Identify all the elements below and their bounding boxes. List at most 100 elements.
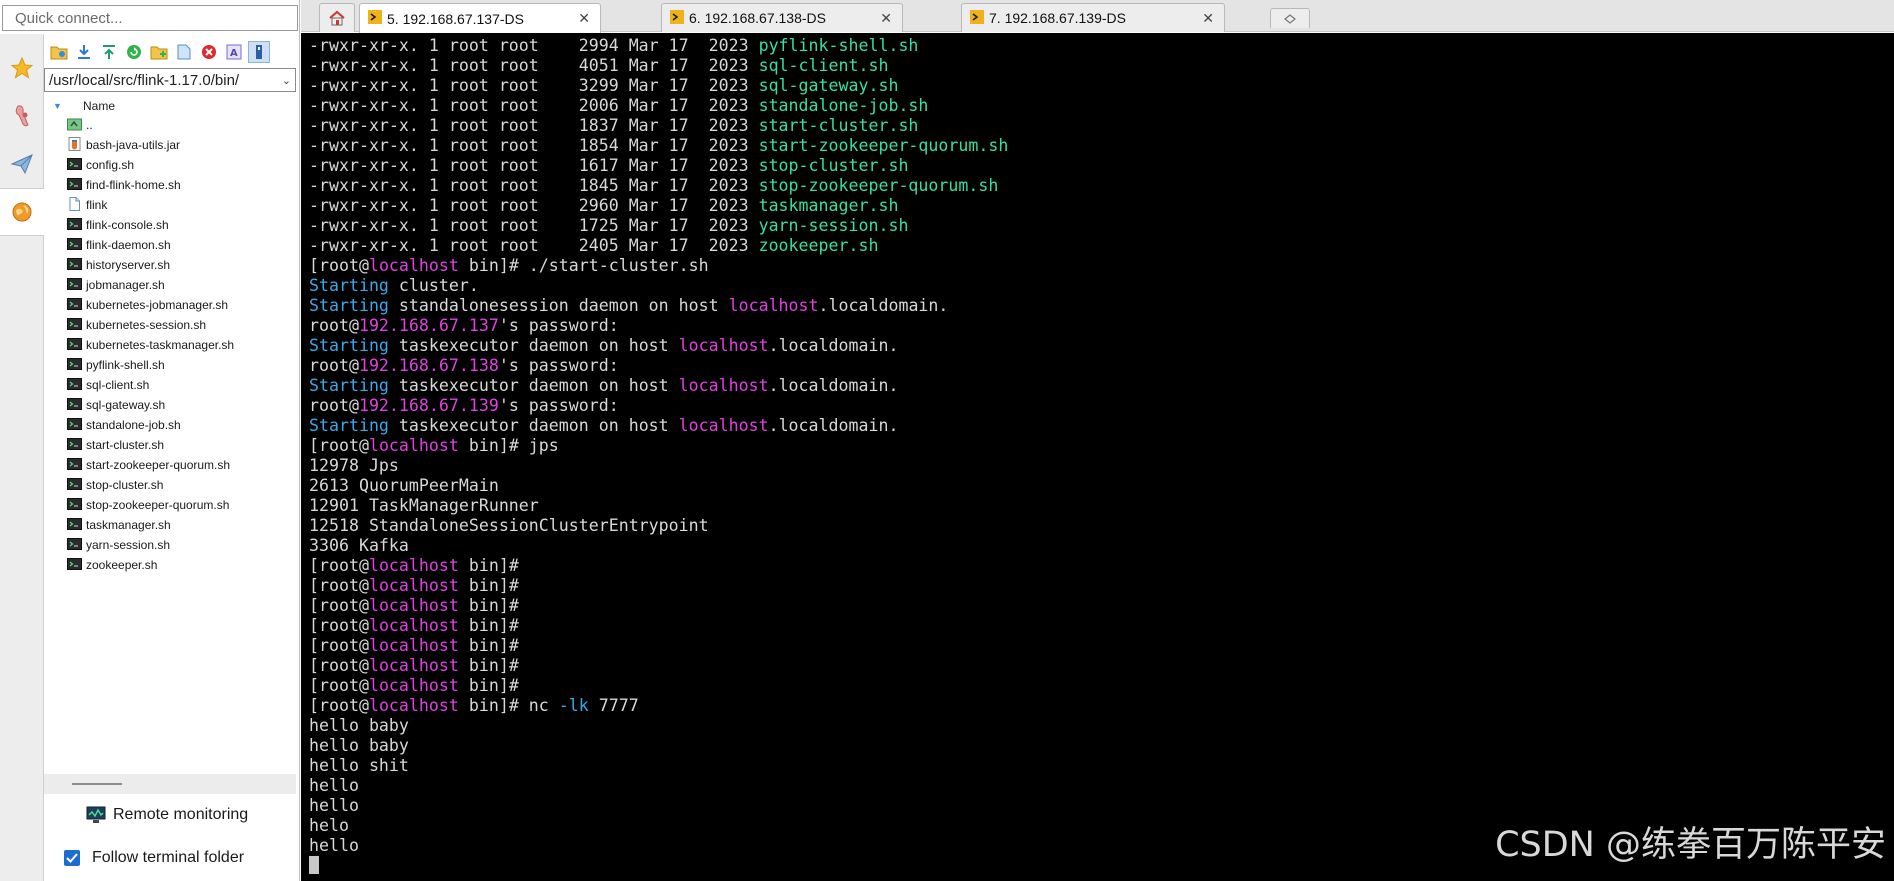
- file-name: flink-console.sh: [86, 218, 169, 232]
- session-tab-1[interactable]: 5. 192.168.67.137-DS ✕: [359, 3, 601, 33]
- file-tree-item[interactable]: yarn-session.sh: [50, 535, 296, 555]
- panel-splitter[interactable]: [44, 774, 296, 794]
- terminal-text: 12978 Jps: [309, 456, 399, 475]
- file-name: stop-cluster.sh: [86, 478, 164, 492]
- follow-terminal-folder-checkbox[interactable]: [64, 850, 80, 866]
- terminal-line: Starting taskexecutor daemon on host loc…: [309, 376, 1008, 396]
- terminal-text: .localdomain.: [768, 336, 899, 355]
- terminal-text: -rwxr-xr-x. 1 root root 4051 Mar 17 2023: [309, 56, 759, 75]
- shell-script-icon: [67, 277, 86, 294]
- remote-monitoring-button[interactable]: Remote monitoring: [86, 803, 248, 827]
- terminal-text: localhost: [678, 376, 769, 395]
- file-tree-item[interactable]: standalone-job.sh: [50, 415, 296, 435]
- file-tree-item[interactable]: taskmanager.sh: [50, 515, 296, 535]
- favorites-star-icon[interactable]: [0, 44, 43, 92]
- terminal-text: hello baby: [309, 716, 409, 735]
- terminal-line: [root@localhost bin]#: [309, 676, 1008, 696]
- file-name: pyflink-shell.sh: [86, 358, 165, 372]
- terminal-line: root@192.168.67.139's password:: [309, 396, 1008, 416]
- tools-icon[interactable]: [0, 92, 43, 140]
- terminal-text: Starting: [309, 376, 389, 395]
- shell-script-icon: [67, 437, 86, 454]
- terminal-text: [root@: [309, 436, 369, 455]
- file-tree-item[interactable]: zookeeper.sh: [50, 555, 296, 575]
- file-tree-item[interactable]: kubernetes-session.sh: [50, 315, 296, 335]
- file-name: yarn-session.sh: [86, 538, 171, 552]
- rename-icon[interactable]: A: [223, 41, 245, 63]
- download-icon[interactable]: [73, 41, 95, 63]
- open-folder-icon[interactable]: [48, 41, 70, 63]
- terminal-pane[interactable]: -rwxr-xr-x. 1 root root 2994 Mar 17 2023…: [301, 33, 1894, 881]
- shell-script-icon: [67, 417, 86, 434]
- file-tree-item[interactable]: historyserver.sh: [50, 255, 296, 275]
- session-tab-2[interactable]: 6. 192.168.67.138-DS ✕: [661, 3, 903, 32]
- close-icon[interactable]: ✕: [1202, 10, 1214, 27]
- session-tab-2-label: 6. 192.168.67.138-DS: [689, 10, 826, 26]
- file-tree-item[interactable]: flink-daemon.sh: [50, 235, 296, 255]
- sort-toggle-icon[interactable]: ▼: [53, 101, 67, 111]
- file-name: stop-zookeeper-quorum.sh: [86, 498, 230, 512]
- file-tree-item[interactable]: flink-console.sh: [50, 215, 296, 235]
- terminal-line: -rwxr-xr-x. 1 root root 1617 Mar 17 2023…: [309, 156, 1008, 176]
- chevron-down-icon[interactable]: ⌄: [282, 74, 291, 87]
- tree-column-header[interactable]: ▼ Name: [50, 97, 296, 115]
- properties-icon[interactable]: [248, 41, 270, 63]
- close-icon[interactable]: ✕: [880, 10, 892, 27]
- new-file-icon[interactable]: [173, 41, 195, 63]
- terminal-text: [root@: [309, 656, 369, 675]
- terminal-line: helo: [309, 816, 1008, 836]
- terminal-text: pyflink-shell.sh: [758, 36, 919, 55]
- terminal-text: -rwxr-xr-x. 1 root root 1845 Mar 17 2023: [309, 176, 759, 195]
- new-tab-button[interactable]: [1270, 8, 1310, 28]
- file-name: kubernetes-jobmanager.sh: [86, 298, 229, 312]
- terminal-text: localhost: [368, 636, 459, 655]
- refresh-icon[interactable]: [123, 41, 145, 63]
- terminal-line: [root@localhost bin]# nc -lk 7777: [309, 696, 1008, 716]
- terminal-text: [root@: [309, 576, 369, 595]
- terminal-line: Starting taskexecutor daemon on host loc…: [309, 416, 1008, 436]
- file-tree-item[interactable]: flink: [50, 195, 296, 215]
- file-tree-item[interactable]: jobmanager.sh: [50, 275, 296, 295]
- quick-connect-input[interactable]: [2, 5, 298, 31]
- terminal-session-icon: [368, 10, 382, 27]
- home-tab[interactable]: [319, 3, 355, 32]
- terminal-line: root@192.168.67.137's password:: [309, 316, 1008, 336]
- terminal-line: 3306 Kafka: [309, 536, 1008, 556]
- remote-path-select[interactable]: /usr/local/src/flink-1.17.0/bin/ ⌄: [44, 68, 296, 92]
- file-tree-item[interactable]: ..: [50, 115, 296, 135]
- file-tree-item[interactable]: start-zookeeper-quorum.sh: [50, 455, 296, 475]
- close-icon[interactable]: ✕: [578, 10, 590, 27]
- file-tree-item[interactable]: kubernetes-taskmanager.sh: [50, 335, 296, 355]
- file-name: standalone-job.sh: [86, 418, 181, 432]
- terminal-text: localhost: [728, 296, 819, 315]
- send-macro-icon[interactable]: [0, 140, 43, 188]
- file-tree-item[interactable]: start-cluster.sh: [50, 435, 296, 455]
- file-tree-item[interactable]: sql-gateway.sh: [50, 395, 296, 415]
- terminal-text: localhost: [368, 696, 459, 715]
- terminal-session-icon: [970, 9, 984, 27]
- file-tree-item[interactable]: pyflink-shell.sh: [50, 355, 296, 375]
- monitor-icon: [86, 806, 106, 823]
- sftp-globe-icon[interactable]: [0, 188, 44, 236]
- file-tree-item[interactable]: stop-cluster.sh: [50, 475, 296, 495]
- terminal-text: hello baby: [309, 736, 409, 755]
- session-tab-3[interactable]: 7. 192.168.67.139-DS ✕: [961, 3, 1225, 32]
- sftp-panel: A /usr/local/src/flink-1.17.0/bin/ ⌄ ▼ N…: [0, 0, 300, 881]
- terminal-text: zookeeper.sh: [758, 236, 879, 255]
- new-folder-icon[interactable]: [148, 41, 170, 63]
- splitter-grip[interactable]: [72, 783, 122, 785]
- delete-icon[interactable]: [198, 41, 220, 63]
- terminal-text: stop-zookeeper-quorum.sh: [758, 176, 999, 195]
- file-tree-item[interactable]: kubernetes-jobmanager.sh: [50, 295, 296, 315]
- terminal-text: Starting: [309, 416, 389, 435]
- terminal-text: hello: [309, 796, 359, 815]
- file-tree-item[interactable]: sql-client.sh: [50, 375, 296, 395]
- terminal-text: standalone-job.sh: [758, 96, 929, 115]
- file-tree-item[interactable]: find-flink-home.sh: [50, 175, 296, 195]
- follow-terminal-folder-toggle[interactable]: Follow terminal folder: [64, 846, 244, 870]
- shell-script-icon: [67, 477, 86, 494]
- file-tree-item[interactable]: stop-zookeeper-quorum.sh: [50, 495, 296, 515]
- file-tree-item[interactable]: bash-java-utils.jar: [50, 135, 296, 155]
- upload-icon[interactable]: [98, 41, 120, 63]
- file-tree-item[interactable]: config.sh: [50, 155, 296, 175]
